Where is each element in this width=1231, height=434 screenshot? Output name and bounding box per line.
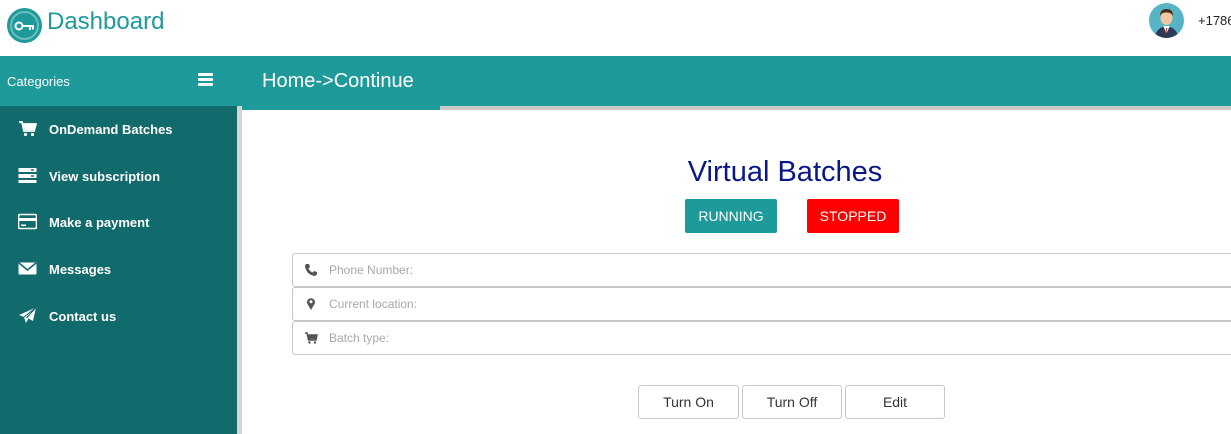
sidebar-heading: Categories <box>7 74 70 89</box>
progress-fill <box>242 106 440 110</box>
cart-icon <box>19 121 37 137</box>
sidebar-divider <box>237 106 242 434</box>
cart-icon <box>305 332 318 344</box>
breadcrumb[interactable]: Home->Continue <box>262 70 414 93</box>
credit-card-icon <box>18 213 37 230</box>
batch-type-input[interactable] <box>329 327 1209 349</box>
logo[interactable] <box>7 8 42 43</box>
app-title[interactable]: Dashboard <box>47 8 164 36</box>
stopped-button[interactable]: STOPPED <box>807 199 899 233</box>
content-header: Home->Continue <box>242 56 1231 106</box>
top-bar: Dashboard +1786 <box>0 0 1231 56</box>
sidebar: OnDemand Batches View subscription Make … <box>0 106 237 434</box>
batch-type-field[interactable] <box>292 321 1231 355</box>
current-location-input[interactable] <box>329 293 1209 315</box>
key-icon <box>14 21 34 30</box>
sidebar-item-ondemand-batches[interactable]: OnDemand Batches <box>0 106 237 152</box>
sidebar-item-label: Contact us <box>49 309 117 324</box>
map-marker-icon <box>307 298 315 310</box>
sidebar-item-label: OnDemand Batches <box>49 122 173 137</box>
phone-number-field[interactable] <box>292 253 1231 287</box>
phone-icon <box>305 264 317 276</box>
edit-button[interactable]: Edit <box>845 385 945 419</box>
sidebar-item-label: View subscription <box>49 169 161 184</box>
sidebar-header: Categories <box>0 56 242 106</box>
sidebar-item-label: Make a payment <box>49 215 150 230</box>
envelope-icon <box>18 262 37 275</box>
sidebar-item-make-a-payment[interactable]: Make a payment <box>0 199 237 245</box>
running-button[interactable]: RUNNING <box>685 199 777 233</box>
sidebar-item-label: Messages <box>49 262 112 277</box>
sidebar-item-messages[interactable]: Messages <box>0 246 237 292</box>
progress-bar <box>242 106 1231 110</box>
sidebar-item-contact-us[interactable]: Contact us <box>0 293 237 339</box>
turn-on-button[interactable]: Turn On <box>638 385 739 419</box>
paper-plane-icon <box>19 307 37 323</box>
turn-off-button[interactable]: Turn Off <box>742 385 842 419</box>
server-icon <box>18 168 37 183</box>
page-title: Virtual Batches <box>687 156 883 188</box>
current-location-field[interactable] <box>292 287 1231 321</box>
user-phone: +1786 <box>1198 13 1231 28</box>
user-avatar-icon[interactable] <box>1149 3 1184 38</box>
phone-number-input[interactable] <box>329 259 1209 281</box>
sidebar-item-view-subscription[interactable]: View subscription <box>0 153 237 199</box>
hamburger-icon[interactable] <box>198 73 214 87</box>
